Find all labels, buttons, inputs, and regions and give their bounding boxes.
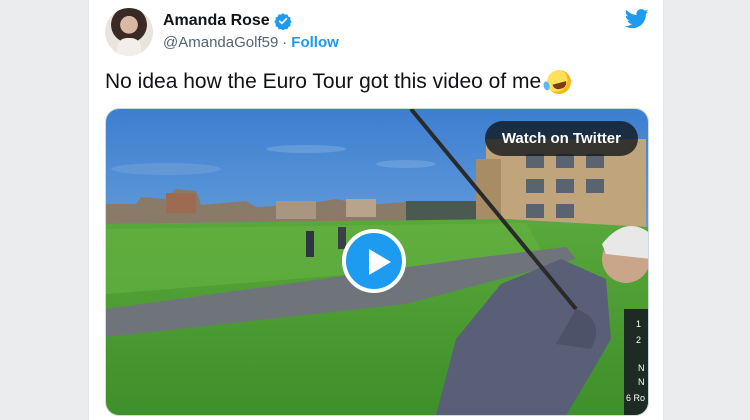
twitter-bird-icon[interactable] — [625, 9, 649, 29]
verified-badge-icon — [274, 13, 292, 30]
author-handle[interactable]: @AmandaGolf59 — [163, 34, 278, 51]
rolling-laughing-emoji-icon — [544, 67, 574, 97]
video-thumbnail[interactable]: 1 2 N N 6 Ro Watch on Twitter — [105, 108, 649, 416]
tweet-card: Amanda Rose @AmandaGolf59 · Follow No id… — [88, 0, 664, 420]
avatar[interactable] — [105, 8, 153, 56]
scoreboard-text-4: N — [638, 377, 645, 387]
separator-dot: · — [282, 34, 288, 51]
watch-on-twitter-button[interactable]: Watch on Twitter — [484, 121, 638, 156]
scoreboard-text-2: 2 — [636, 335, 641, 345]
follow-button[interactable]: Follow — [291, 34, 339, 51]
play-button-icon[interactable] — [342, 229, 406, 293]
tweet-body: No idea how the Euro Tour got this video… — [105, 70, 542, 93]
scoreboard-text-3: N — [638, 363, 645, 373]
author-name-line: Amanda Rose — [163, 12, 292, 30]
author-name[interactable]: Amanda Rose — [163, 12, 270, 30]
scoreboard-text-5: 6 Ro — [626, 393, 645, 403]
scoreboard-text-1: 1 — [636, 319, 641, 329]
tweet-text: No idea how the Euro Tour got this video… — [105, 67, 574, 97]
author-handle-line: @AmandaGolf59 · Follow — [163, 34, 339, 51]
